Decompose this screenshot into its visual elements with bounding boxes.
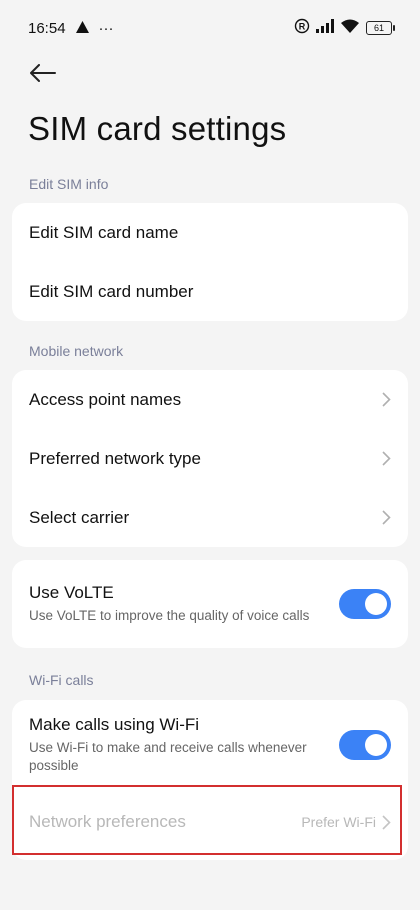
section-label-wifi-calls: Wi-Fi calls bbox=[29, 672, 94, 688]
network-preferences-item[interactable]: Network preferences Prefer Wi-Fi bbox=[12, 790, 408, 854]
use-volte-item: Use VoLTE Use VoLTE to improve the quali… bbox=[12, 560, 408, 648]
signal-icon bbox=[316, 19, 334, 37]
volte-toggle[interactable] bbox=[339, 589, 391, 619]
status-time: 16:54 bbox=[28, 19, 66, 37]
section-label-edit-sim-info: Edit SIM info bbox=[29, 176, 109, 192]
volte-subtitle: Use VoLTE to improve the quality of voic… bbox=[29, 608, 310, 623]
status-bar: 16:54 ··· R 61 bbox=[0, 0, 420, 56]
edit-sim-card-name-item[interactable]: Edit SIM card name bbox=[12, 203, 408, 262]
wifi-calls-title: Make calls using Wi-Fi bbox=[29, 715, 200, 734]
registered-icon: R bbox=[294, 18, 310, 38]
item-label: Preferred network type bbox=[29, 448, 201, 468]
page-title: SIM card settings bbox=[28, 110, 287, 147]
make-calls-using-wifi-item: Make calls using Wi-Fi Use Wi-Fi to make… bbox=[12, 700, 408, 790]
section-label-mobile-network: Mobile network bbox=[29, 343, 124, 359]
edit-sim-card-number-item[interactable]: Edit SIM card number bbox=[12, 262, 408, 321]
chevron-right-icon bbox=[382, 510, 391, 525]
svg-text:R: R bbox=[299, 22, 306, 32]
wifi-icon bbox=[340, 19, 360, 38]
preferred-network-type-item[interactable]: Preferred network type bbox=[12, 429, 408, 488]
network-preferences-label: Network preferences bbox=[29, 812, 186, 831]
back-button[interactable] bbox=[28, 58, 58, 88]
wifi-calls-card: Make calls using Wi-Fi Use Wi-Fi to make… bbox=[12, 700, 408, 860]
chevron-right-icon bbox=[382, 451, 391, 466]
battery-icon: 61 bbox=[366, 21, 395, 35]
volte-card: Use VoLTE Use VoLTE to improve the quali… bbox=[12, 560, 408, 648]
more-notifications-icon: ··· bbox=[98, 19, 114, 37]
access-point-names-item[interactable]: Access point names bbox=[12, 370, 408, 429]
alert-triangle-icon bbox=[75, 20, 89, 37]
select-carrier-item[interactable]: Select carrier bbox=[12, 488, 408, 547]
item-label: Select carrier bbox=[29, 507, 130, 527]
wifi-calls-subtitle: Use Wi-Fi to make and receive calls when… bbox=[29, 740, 307, 773]
edit-sim-info-card: Edit SIM card name Edit SIM card number bbox=[12, 203, 408, 321]
chevron-right-icon bbox=[382, 392, 391, 407]
network-preferences-value: Prefer Wi-Fi bbox=[301, 814, 376, 830]
item-label: Edit SIM card name bbox=[29, 222, 179, 242]
chevron-right-icon bbox=[382, 814, 391, 830]
item-label: Edit SIM card number bbox=[29, 281, 194, 301]
volte-title: Use VoLTE bbox=[29, 583, 114, 602]
back-arrow-icon bbox=[30, 64, 56, 82]
battery-level: 61 bbox=[373, 23, 384, 33]
wifi-calls-toggle[interactable] bbox=[339, 730, 391, 760]
mobile-network-card: Access point names Preferred network typ… bbox=[12, 370, 408, 547]
item-label: Access point names bbox=[29, 389, 182, 409]
